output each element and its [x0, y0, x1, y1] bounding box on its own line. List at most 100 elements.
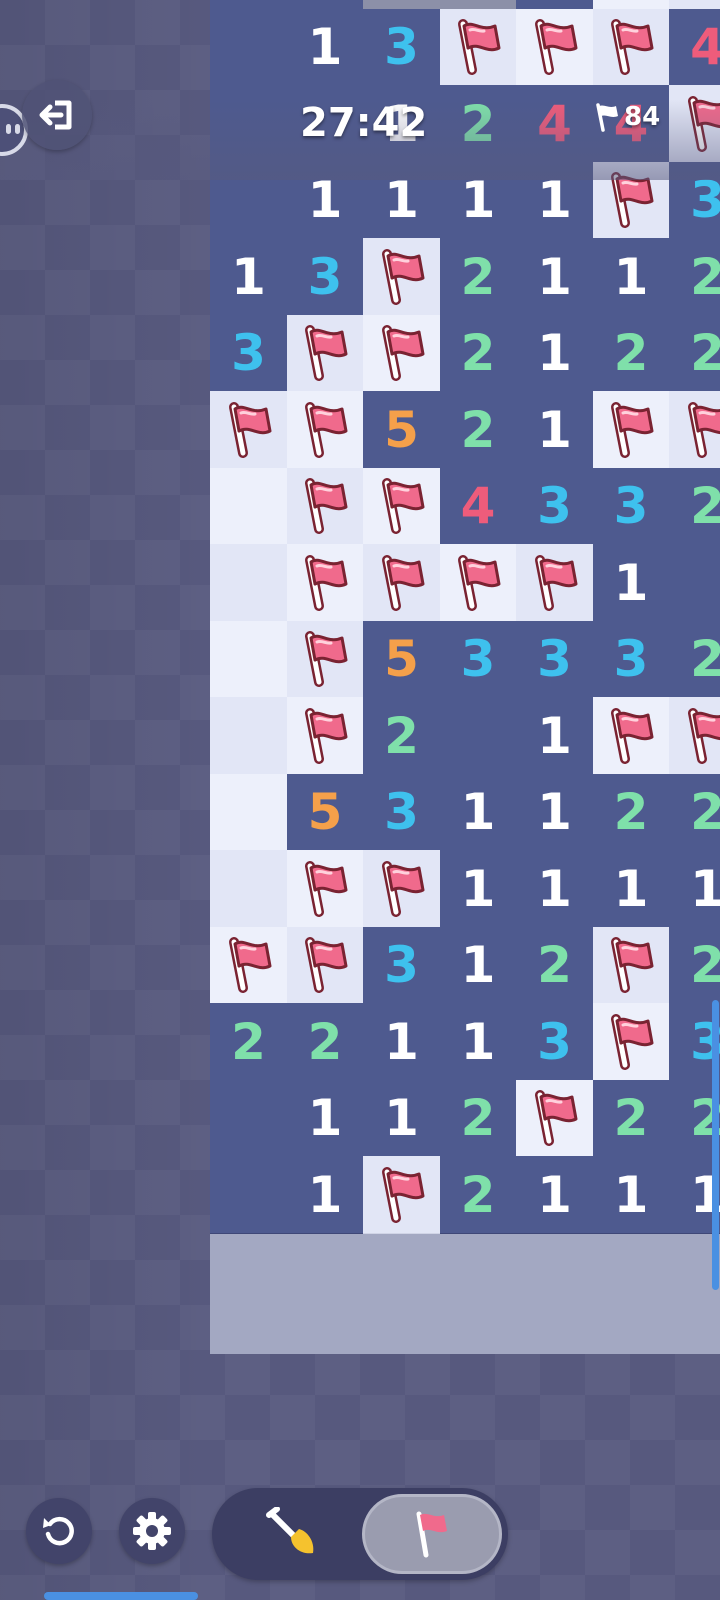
number-cell[interactable]: 3: [210, 314, 288, 393]
empty-cell[interactable]: [210, 1156, 288, 1234]
number-cell[interactable]: 1: [210, 238, 288, 316]
flagged-cell[interactable]: [516, 544, 594, 622]
number-cell[interactable]: 2: [669, 620, 720, 699]
flagged-cell[interactable]: [439, 8, 518, 87]
flagged-cell[interactable]: [210, 926, 288, 1005]
number-cell[interactable]: 3: [439, 620, 518, 699]
flagged-cell[interactable]: [592, 1003, 671, 1081]
flagged-cell[interactable]: [516, 8, 594, 87]
dig-mode-button[interactable]: [232, 1494, 352, 1574]
empty-cell[interactable]: [669, 544, 720, 622]
number-cell[interactable]: 5: [363, 620, 441, 699]
number-cell[interactable]: 3: [592, 620, 671, 699]
number-cell[interactable]: 2: [669, 926, 720, 1005]
number-cell[interactable]: 2: [439, 314, 518, 393]
hidden-cell[interactable]: [210, 620, 288, 699]
flagged-cell[interactable]: [592, 697, 671, 775]
number-cell[interactable]: 2: [669, 773, 720, 852]
flagged-cell[interactable]: [286, 620, 365, 699]
restart-button[interactable]: [26, 1498, 92, 1564]
number-cell[interactable]: 3: [286, 238, 365, 316]
number-cell[interactable]: 1: [516, 850, 594, 928]
flagged-cell[interactable]: [439, 544, 518, 622]
number-cell[interactable]: 1: [592, 544, 671, 622]
flagged-cell[interactable]: [286, 391, 365, 469]
number-cell[interactable]: 3: [516, 620, 594, 699]
number-cell[interactable]: 1: [516, 391, 594, 469]
number-cell[interactable]: 1: [516, 773, 594, 852]
exit-button[interactable]: [22, 80, 92, 150]
settings-button[interactable]: [119, 1498, 185, 1564]
flagged-cell[interactable]: [286, 467, 365, 546]
number-cell[interactable]: 1: [592, 1156, 671, 1234]
hidden-cell[interactable]: [210, 467, 288, 546]
flagged-cell[interactable]: [592, 926, 671, 1005]
flagged-cell[interactable]: [516, 1079, 594, 1158]
number-cell[interactable]: 2: [363, 697, 441, 775]
flagged-cell[interactable]: [286, 314, 365, 393]
empty-cell[interactable]: [439, 697, 518, 775]
number-cell[interactable]: 2: [669, 314, 720, 393]
empty-cell[interactable]: [210, 8, 288, 87]
number-cell[interactable]: 3: [363, 773, 441, 852]
number-cell[interactable]: 2: [439, 391, 518, 469]
number-cell[interactable]: 5: [363, 391, 441, 469]
flagged-cell[interactable]: [286, 697, 365, 775]
number-cell[interactable]: 1: [592, 238, 671, 316]
number-cell[interactable]: 3: [516, 1003, 594, 1081]
number-cell[interactable]: 4: [669, 8, 720, 87]
hidden-cell[interactable]: [210, 773, 288, 852]
flagged-cell[interactable]: [286, 926, 365, 1005]
empty-cell[interactable]: [210, 161, 288, 240]
number-cell[interactable]: 2: [439, 85, 518, 163]
number-cell[interactable]: 3: [363, 8, 441, 87]
flagged-cell[interactable]: [363, 314, 441, 393]
number-cell[interactable]: 1: [439, 773, 518, 852]
flag-mode-button[interactable]: [362, 1494, 502, 1574]
number-cell[interactable]: 2: [592, 314, 671, 393]
number-cell[interactable]: 1: [439, 1003, 518, 1081]
number-cell[interactable]: 2: [210, 1003, 288, 1081]
number-cell[interactable]: 2: [669, 467, 720, 546]
flagged-cell[interactable]: [592, 391, 671, 469]
number-cell[interactable]: 1: [286, 1079, 365, 1158]
empty-cell[interactable]: [210, 85, 288, 163]
game-board[interactable]: 2613412441111313211232122521433215333221…: [210, 0, 720, 1354]
hidden-cell[interactable]: [210, 850, 288, 928]
hidden-cell[interactable]: [210, 697, 288, 775]
number-cell[interactable]: 3: [592, 467, 671, 546]
flagged-cell[interactable]: [592, 161, 671, 240]
number-cell[interactable]: 1: [363, 1003, 441, 1081]
number-cell[interactable]: 3: [516, 467, 594, 546]
number-cell[interactable]: 1: [516, 697, 594, 775]
number-cell[interactable]: 1: [286, 161, 365, 240]
number-cell[interactable]: 2: [439, 238, 518, 316]
number-cell[interactable]: 2: [592, 773, 671, 852]
number-cell[interactable]: 1: [439, 161, 518, 240]
number-cell[interactable]: 2: [669, 238, 720, 316]
number-cell[interactable]: 1: [439, 850, 518, 928]
number-cell[interactable]: 2: [439, 1079, 518, 1158]
flagged-cell[interactable]: [286, 850, 365, 928]
number-cell[interactable]: 2: [439, 1156, 518, 1234]
flagged-cell[interactable]: [286, 544, 365, 622]
number-cell[interactable]: 1: [439, 926, 518, 1005]
flagged-cell[interactable]: [363, 544, 441, 622]
flagged-cell[interactable]: [363, 1156, 441, 1234]
number-cell[interactable]: 1: [669, 850, 720, 928]
number-cell[interactable]: 1: [516, 1156, 594, 1234]
number-cell[interactable]: 4: [516, 85, 594, 163]
scrollbar[interactable]: [712, 1000, 719, 1290]
empty-cell[interactable]: [210, 1079, 288, 1158]
number-cell[interactable]: 2: [592, 1079, 671, 1158]
number-cell[interactable]: 1: [516, 314, 594, 393]
number-cell[interactable]: 2: [286, 1003, 365, 1081]
number-cell[interactable]: 1: [286, 1156, 365, 1234]
flagged-cell[interactable]: [363, 238, 441, 316]
number-cell[interactable]: 4: [439, 467, 518, 546]
flagged-cell[interactable]: [669, 85, 720, 163]
mode-toggle[interactable]: [212, 1488, 508, 1580]
flagged-cell[interactable]: [592, 8, 671, 87]
flagged-cell[interactable]: [210, 391, 288, 469]
flagged-cell[interactable]: [363, 467, 441, 546]
